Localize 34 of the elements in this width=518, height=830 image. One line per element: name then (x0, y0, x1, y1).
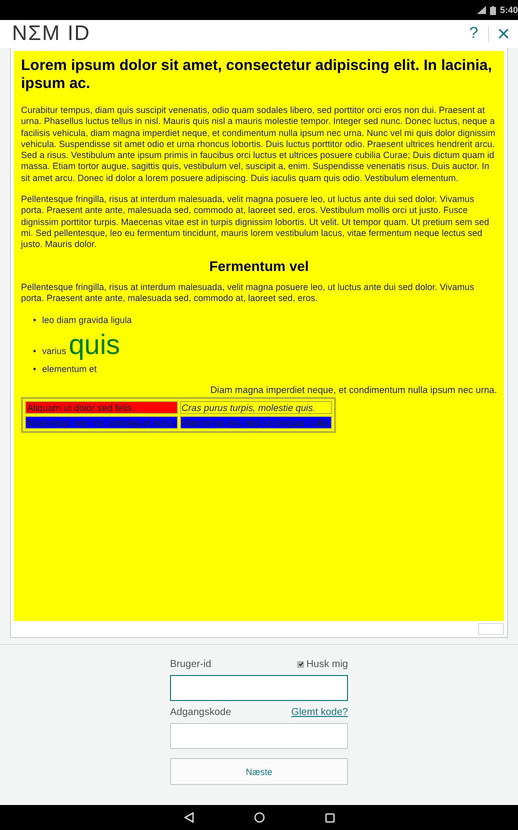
field-label: Adgangskode (170, 706, 232, 718)
list-item: leo diam gravida ligula (42, 314, 132, 328)
paragraph: Pellentesque fringilla, risus at interdum malesuada, velit magna posuere leo, ut luctus ante dui sed dolor. Vivamus porta. Praesent ante ante, malesuada sed, commodo at, laoreet sed, eros. (21, 282, 476, 304)
paragraph: Curabitur tempus, diam quis suscipit venenatis, odio quam sodales libero, sed porttitor orci eros non dui. Praesent at urna. Phasellus luctus tellus in nisl. Mauris quis nisl a mauris molestie tempor. Integer sed nunc. Donec luctus, neque a facilisis vehicula, diam magna imperdiet neque, et condimentum nulla ipsum nec urna. Nunc vel mi quis dolor dignissim vehicula. Suspendisse sit amet odio et urna rhoncus lobortis. Duis luctus porttitor odio. Praesent ultrices hendrerit arcu. Sed a risus. Vestibulum ante ipsum primis in faucibus orci luctus et ultrices posuere cubilia Curae; Duis dictum quam id massa. Etiam tortor augue, sagittis quis, vestibulum vel, suscipit a, enim. Suspendisse venenatis risus. Duis auctor. In sit amet arcu. Donec id dolor a lorem posuere adipiscing. Duis iaculis quam quis odio. Vestibulum elementum. (21, 105, 496, 184)
bullet: • (33, 345, 36, 358)
app-logo: NΣM ID (12, 22, 92, 46)
recents-icon[interactable] (324, 812, 334, 822)
bullet: • (33, 363, 36, 376)
subheading: Fermentum vel (208, 260, 310, 272)
help-button[interactable]: ? (463, 25, 484, 43)
table-cell: Maecenas nec nisl consequat nulla. (180, 416, 332, 430)
back-icon[interactable] (184, 812, 194, 823)
clock-time: 5:40 (500, 5, 518, 15)
next-button[interactable]: Næste (170, 758, 348, 785)
home-icon[interactable] (254, 812, 264, 823)
table-cell: Cras purus turpis, molestie quis. (180, 400, 332, 414)
content-title: Lorem ipsum dolor sit amet, consectetur adipiscing elit. In lacinia, ipsum ac. (21, 57, 493, 93)
close-button[interactable]: × (497, 23, 510, 45)
password-field[interactable] (170, 723, 348, 749)
remember-checkbox[interactable]: Husk mig (297, 658, 348, 670)
user-id-field[interactable] (170, 675, 348, 701)
signal-icon (476, 6, 486, 14)
list-item: varius quis (42, 330, 120, 360)
scroll-indicator (478, 623, 504, 635)
table-cell: Aliquam ut dolor sed felis. (25, 400, 178, 414)
bullet: • (33, 314, 36, 328)
forgot-link[interactable]: Glemt kode? (291, 706, 348, 718)
table-caption: Diam magna imperdiet neque, et condimentum nulla ipsum nec urna. (209, 384, 497, 396)
field-label: Bruger-id (170, 658, 212, 670)
table-cell: Maecenas nec nisl consequat nulla. (25, 416, 178, 430)
battery-icon (490, 6, 496, 14)
list-item: elementum et (42, 363, 97, 376)
paragraph: Pellentesque fringilla, risus at interdum malesuada, velit magna posuere leo, ut luctus ante dui sed dolor. Vivamus porta. Praesent ante ante, malesuada sed, commodo at, laoreet sed, eros. Vestibulum mollis orci ut justo. Fusce dignissim porttitor turpis. Maecenas vitae est in turpis dignissim lobortis. Ut velit. Ut tempor quam. Ut pretium sem sed mi. Sed pellentesque, leo eu fermentum tincidunt, mauris lorem vestibulum lacus, vitae fermentum neque lectus sed justo. Mauris dolor. (21, 194, 490, 251)
checkbox-icon[interactable] (297, 660, 304, 668)
